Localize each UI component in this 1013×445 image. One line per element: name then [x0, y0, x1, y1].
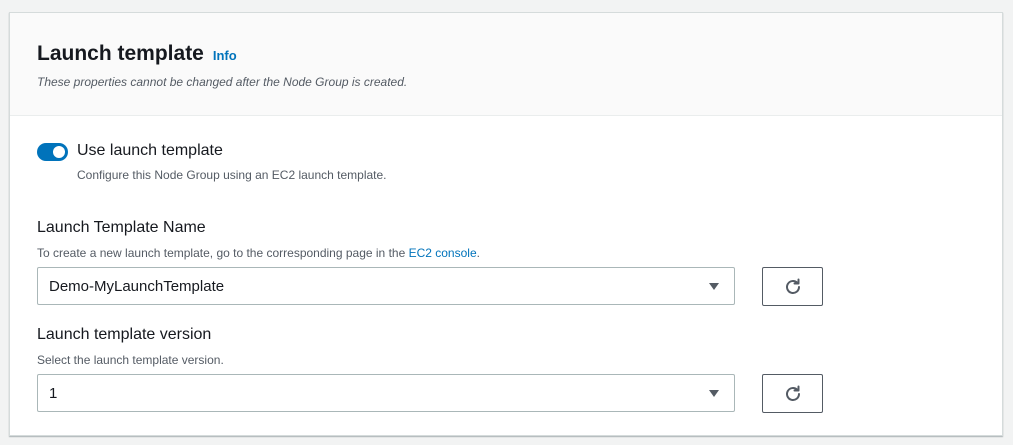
caret-down-icon: [709, 390, 719, 397]
panel-subtitle: These properties cannot be changed after…: [37, 75, 408, 89]
use-launch-template-toggle-row: Use launch template Configure this Node …: [37, 142, 387, 182]
info-link[interactable]: Info: [213, 48, 237, 63]
template-name-description-end: .: [476, 246, 480, 260]
template-name-description-text: To create a new launch template, go to t…: [37, 246, 409, 260]
template-name-value: Demo-MyLaunchTemplate: [49, 278, 225, 295]
template-version-select[interactable]: 1: [37, 374, 735, 412]
title-row: Launch template Info: [37, 42, 1002, 66]
template-version-label: Launch template version: [37, 326, 212, 343]
template-name-label: Launch Template Name: [37, 219, 206, 236]
toggle-label: Use launch template: [77, 142, 223, 159]
toggle-knob: [53, 146, 65, 158]
toggle-description: Configure this Node Group using an EC2 l…: [77, 168, 387, 182]
template-version-refresh-button[interactable]: [762, 374, 823, 413]
template-version-description: Select the launch template version.: [37, 353, 224, 367]
template-name-refresh-button[interactable]: [762, 267, 823, 306]
launch-template-panel: Launch template Info These properties ca…: [9, 12, 1003, 436]
panel-title: Launch template: [37, 42, 204, 65]
refresh-icon: [785, 385, 800, 401]
ec2-console-link[interactable]: EC2 console: [409, 246, 477, 260]
caret-down-icon: [709, 283, 719, 290]
template-version-value: 1: [49, 385, 58, 402]
toggle-text: Use launch template Configure this Node …: [77, 142, 387, 182]
template-name-select[interactable]: Demo-MyLaunchTemplate: [37, 267, 735, 305]
panel-header: Launch template Info These properties ca…: [10, 13, 1002, 116]
use-launch-template-toggle[interactable]: [37, 143, 68, 161]
template-name-description: To create a new launch template, go to t…: [37, 246, 480, 260]
refresh-icon: [785, 278, 800, 294]
